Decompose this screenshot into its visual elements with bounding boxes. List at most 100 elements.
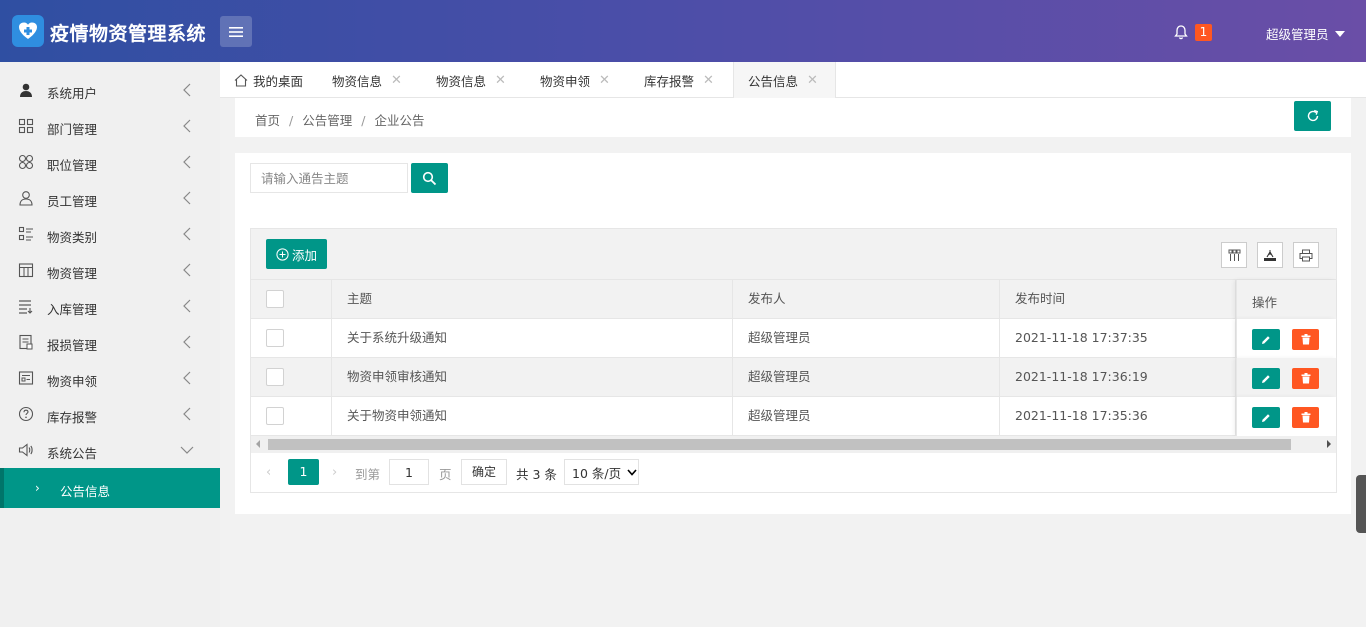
- sidebar-item-system-users[interactable]: 系统用户: [0, 72, 220, 108]
- user-name: 超级管理员: [1266, 27, 1329, 42]
- delete-button[interactable]: [1292, 407, 1319, 428]
- plus-circle-icon: [276, 247, 289, 261]
- current-page[interactable]: 1: [288, 459, 319, 485]
- row-checkbox[interactable]: [266, 329, 284, 347]
- sidebar-subitem-notice-info[interactable]: › 公告信息: [0, 468, 220, 508]
- close-icon[interactable]: ✕: [495, 73, 506, 88]
- sidebar-item-system-notices[interactable]: 系统公告: [0, 432, 220, 468]
- tab-label: 物资信息: [332, 73, 383, 89]
- chevron-left-icon: [183, 191, 191, 205]
- header-subject[interactable]: 主题: [332, 280, 733, 319]
- edit-button[interactable]: [1252, 407, 1280, 428]
- trash-icon: [1301, 412, 1310, 423]
- sidebar-item-material-categories[interactable]: 物资类别: [0, 216, 220, 252]
- tab-bar: 我的桌面 物资信息 ✕ 物资信息 ✕ 物资申领 ✕ 库存报警 ✕ 公告信息 ✕: [220, 62, 1366, 99]
- scroll-thumb[interactable]: [268, 439, 1291, 450]
- row-checkbox[interactable]: [266, 368, 284, 386]
- tab-my-desktop[interactable]: 我的桌面: [234, 62, 303, 98]
- select-cell: [251, 358, 332, 397]
- chevron-left-icon: [183, 371, 191, 385]
- print-button[interactable]: [1293, 242, 1319, 268]
- home-icon: [234, 73, 248, 87]
- notification-bell[interactable]: [1173, 24, 1189, 43]
- search-input[interactable]: [250, 163, 408, 193]
- speaker-icon: [18, 443, 33, 457]
- delete-button[interactable]: [1292, 368, 1319, 389]
- scroll-right-arrow-icon[interactable]: [1327, 440, 1331, 448]
- tab-material-info-1[interactable]: 物资信息 ✕: [332, 62, 402, 98]
- tab-stock-alert[interactable]: 库存报警 ✕: [644, 62, 714, 98]
- chevron-left-icon: [183, 227, 191, 241]
- table-row[interactable]: 物资申领审核通知 超级管理员 2021-11-18 17:36:19: [251, 358, 1336, 397]
- tab-notice-info[interactable]: 公告信息 ✕: [733, 62, 836, 99]
- floating-side-widget[interactable]: [1356, 475, 1366, 533]
- actions-cell: [1236, 319, 1336, 358]
- print-icon: [1299, 249, 1313, 261]
- chevron-left-icon: [183, 407, 191, 421]
- sidebar-item-material-management[interactable]: 物资管理: [0, 252, 220, 288]
- scroll-left-arrow-icon[interactable]: [256, 440, 260, 448]
- sidebar-item-inbound[interactable]: 入库管理: [0, 288, 220, 324]
- pencil-icon: [1262, 374, 1270, 383]
- menu-toggle-button[interactable]: [220, 16, 252, 47]
- chevron-left-icon: [183, 155, 191, 169]
- sidebar-item-positions[interactable]: 职位管理: [0, 144, 220, 180]
- search-button[interactable]: [411, 163, 448, 193]
- active-indicator: [0, 468, 4, 508]
- goto-page-input[interactable]: [389, 459, 429, 485]
- doc-icon: [19, 334, 33, 350]
- close-icon[interactable]: ✕: [703, 73, 714, 88]
- sidebar: 系统用户 部门管理 职位管理 员工管理 物资类别 物资管理 入库管理 报损管理: [0, 62, 220, 627]
- header-actions: 操作: [1252, 295, 1278, 310]
- sidebar-item-stock-alert[interactable]: 库存报警: [0, 396, 220, 432]
- add-button[interactable]: 添加: [266, 239, 327, 269]
- sidebar-item-departments[interactable]: 部门管理: [0, 108, 220, 144]
- tab-label: 库存报警: [644, 73, 695, 89]
- header-select-cell: [251, 280, 332, 319]
- tab-material-info-2[interactable]: 物资信息 ✕: [436, 62, 506, 98]
- close-icon[interactable]: ✕: [391, 73, 402, 88]
- row-checkbox[interactable]: [266, 407, 284, 425]
- header-publisher[interactable]: 发布人: [733, 280, 1000, 319]
- close-icon[interactable]: ✕: [599, 73, 610, 88]
- sidebar-item-material-requests[interactable]: 物资申领: [0, 360, 220, 396]
- next-page-icon[interactable]: ›: [332, 465, 337, 480]
- export-button[interactable]: [1257, 242, 1283, 268]
- user-menu[interactable]: 超级管理员: [1266, 24, 1345, 43]
- select-cell: [251, 397, 332, 436]
- trash-icon: [1301, 373, 1310, 384]
- person-icon: [19, 191, 33, 206]
- horizontal-scrollbar[interactable]: [251, 436, 1336, 453]
- table-row[interactable]: 关于系统升级通知 超级管理员 2021-11-18 17:37:35: [251, 319, 1336, 358]
- table-row[interactable]: 关于物资申领通知 超级管理员 2021-11-18 17:35:36: [251, 397, 1336, 436]
- breadcrumb-home[interactable]: 首页: [255, 113, 280, 128]
- header-publish-time[interactable]: 发布时间: [1000, 280, 1236, 319]
- export-icon: [1264, 249, 1276, 261]
- clover-icon: [18, 154, 34, 170]
- breadcrumb-notice-mgmt[interactable]: 公告管理: [302, 113, 352, 128]
- calendar-icon: [18, 263, 34, 278]
- prev-page-icon[interactable]: ‹: [266, 465, 271, 480]
- pagination: ‹ 1 › 到第 页 确定 共 3 条 10 条/页: [251, 454, 1336, 492]
- sidebar-item-employees[interactable]: 员工管理: [0, 180, 220, 216]
- header-actions-cell: 操作: [1236, 280, 1336, 319]
- refresh-button[interactable]: [1294, 101, 1331, 131]
- delete-button[interactable]: [1292, 329, 1319, 350]
- close-icon[interactable]: ✕: [807, 73, 818, 88]
- select-all-checkbox[interactable]: [266, 290, 284, 308]
- tab-material-requests[interactable]: 物资申领 ✕: [540, 62, 610, 98]
- caret-down-icon: [1334, 30, 1345, 37]
- column-filter-button[interactable]: [1221, 242, 1247, 268]
- tab-label: 公告信息: [748, 74, 799, 89]
- sidebar-item-label: 物资管理: [47, 266, 98, 281]
- cell-publisher: 超级管理员: [733, 319, 1000, 358]
- cell-subject: 关于系统升级通知: [332, 319, 733, 358]
- sidebar-item-damage-report[interactable]: 报损管理: [0, 324, 220, 360]
- columns-icon: [1228, 249, 1240, 261]
- goto-confirm-button[interactable]: 确定: [461, 459, 507, 485]
- sidebar-item-label: 部门管理: [47, 122, 98, 137]
- edit-button[interactable]: [1252, 329, 1280, 350]
- page-size-select[interactable]: 10 条/页: [564, 459, 639, 485]
- chevron-right-icon: ›: [35, 481, 40, 495]
- edit-button[interactable]: [1252, 368, 1280, 389]
